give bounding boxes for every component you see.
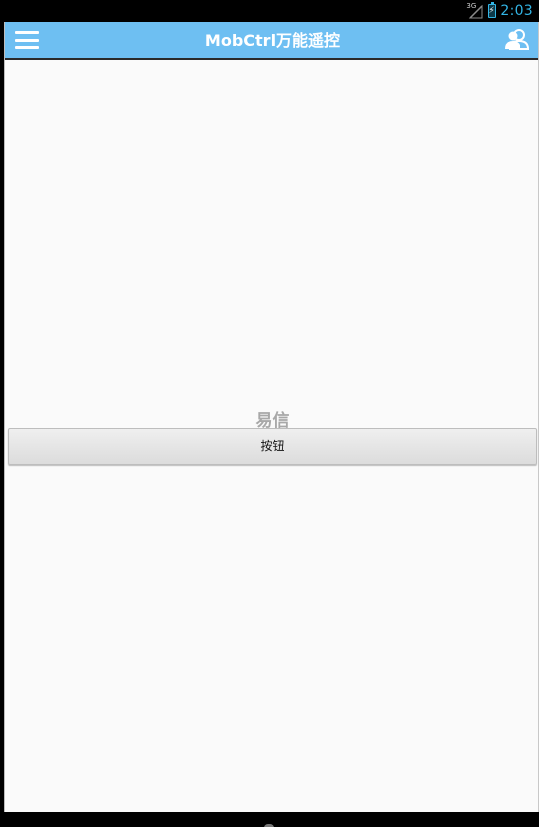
navigation-bar	[0, 812, 539, 827]
status-icons: 3G 2:03	[466, 0, 533, 22]
app-window: MobCtrl万能遥控 易信 按钮	[4, 22, 539, 812]
users-icon[interactable]	[504, 28, 530, 52]
main-content: 易信 按钮	[5, 62, 539, 812]
phone-screen: 3G 2:03 MobCtrl万能遥控	[0, 0, 539, 827]
status-bar: 3G 2:03	[0, 0, 539, 22]
signal-icon: 3G	[466, 2, 484, 19]
battery-charging-icon	[488, 2, 497, 18]
action-button[interactable]: 按钮	[8, 428, 537, 465]
app-title: MobCtrl万能遥控	[204, 31, 341, 50]
network-type-label: 3G	[466, 2, 477, 10]
action-bar: MobCtrl万能遥控	[5, 22, 539, 60]
status-clock: 2:03	[500, 3, 533, 19]
